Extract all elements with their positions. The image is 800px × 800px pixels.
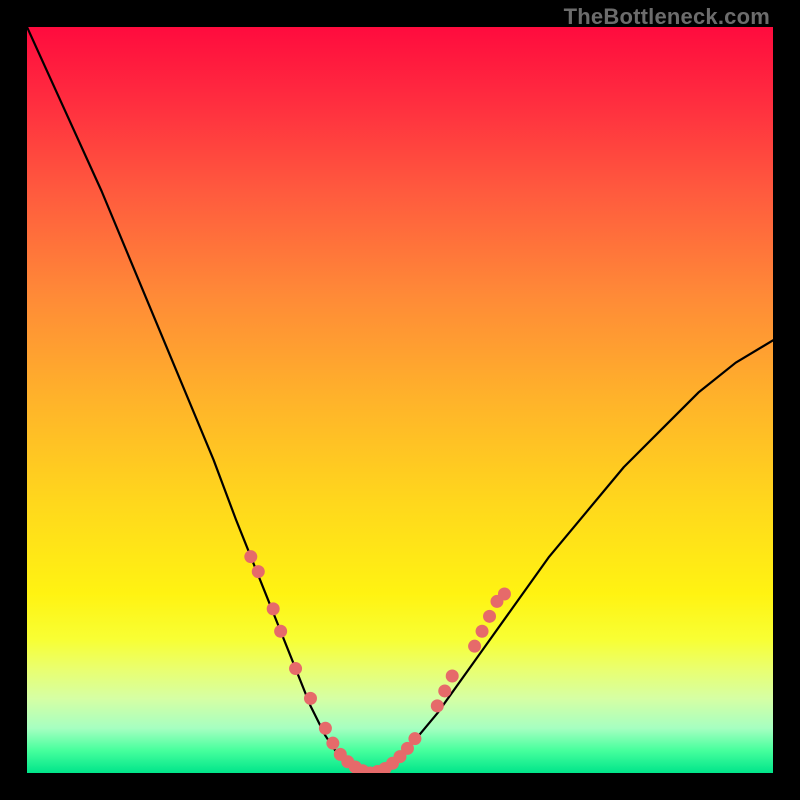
- bottleneck-curve: [27, 27, 773, 773]
- marker-group: [244, 550, 511, 773]
- data-point: [431, 699, 444, 712]
- data-point: [408, 732, 421, 745]
- data-point: [289, 662, 302, 675]
- data-point: [483, 610, 496, 623]
- plot-area: [27, 27, 773, 773]
- data-point: [326, 737, 339, 750]
- chart-svg: [27, 27, 773, 773]
- data-point: [274, 625, 287, 638]
- data-point: [468, 640, 481, 653]
- data-point: [304, 692, 317, 705]
- data-point: [244, 550, 257, 563]
- data-point: [446, 670, 459, 683]
- data-point: [319, 722, 332, 735]
- chart-frame: TheBottleneck.com: [0, 0, 800, 800]
- data-point: [267, 602, 280, 615]
- data-point: [438, 684, 451, 697]
- data-point: [476, 625, 489, 638]
- data-point: [252, 565, 265, 578]
- data-point: [498, 587, 511, 600]
